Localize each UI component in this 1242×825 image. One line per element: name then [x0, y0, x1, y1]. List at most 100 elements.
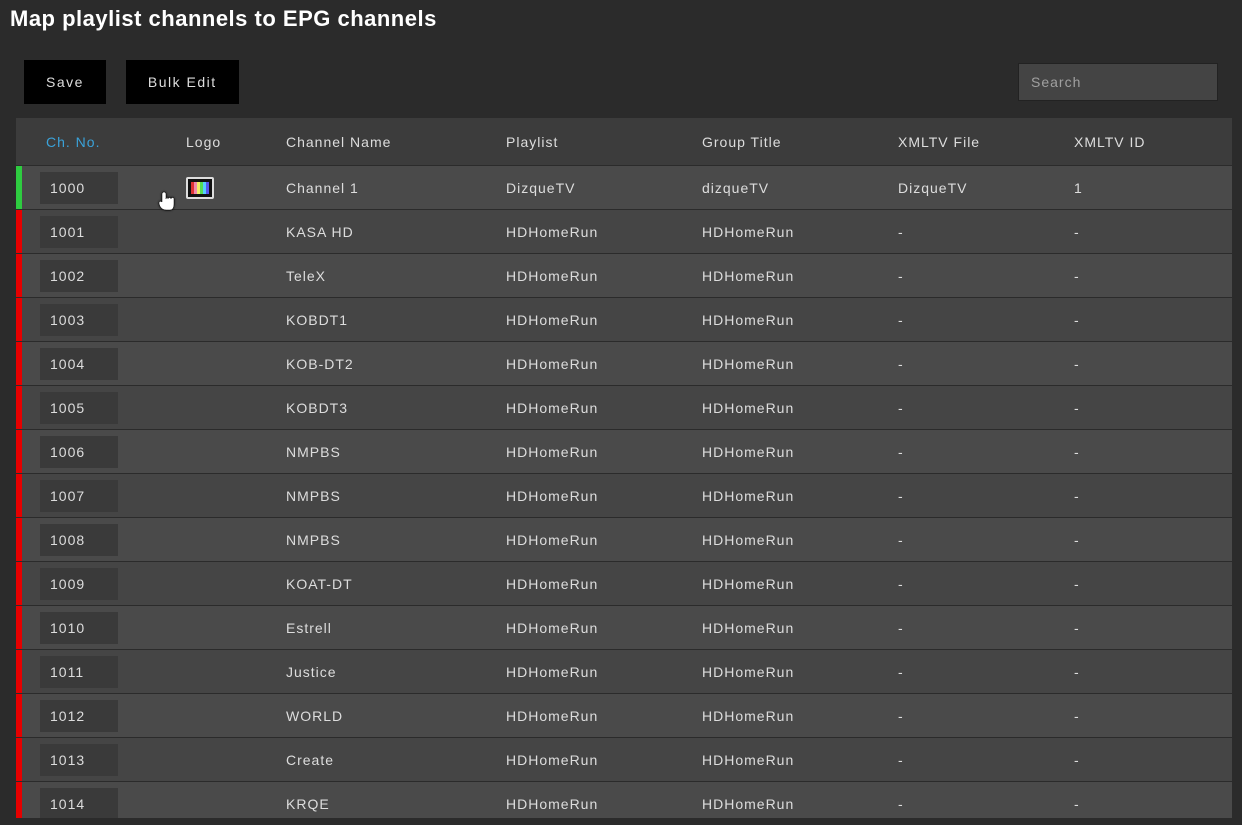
xmltv-id-cell: -: [1070, 576, 1232, 592]
table-row[interactable]: NMPBSHDHomeRunHDHomeRun--: [16, 474, 1232, 518]
xmltv-file-cell: -: [894, 532, 1070, 548]
table-header: Ch. No. Logo Channel Name Playlist Group…: [16, 118, 1232, 166]
xmltv-id-cell: -: [1070, 532, 1232, 548]
save-button[interactable]: Save: [24, 60, 106, 104]
table-row[interactable]: KOBDT1HDHomeRunHDHomeRun--: [16, 298, 1232, 342]
channel-name-cell: NMPBS: [282, 532, 502, 548]
col-channel-name[interactable]: Channel Name: [282, 134, 502, 150]
search-input[interactable]: [1018, 63, 1218, 101]
group-title-cell: HDHomeRun: [698, 796, 894, 812]
playlist-cell: HDHomeRun: [502, 356, 698, 372]
ch-no-input[interactable]: [40, 480, 118, 512]
ch-no-input[interactable]: [40, 392, 118, 424]
table-row[interactable]: NMPBSHDHomeRunHDHomeRun--: [16, 518, 1232, 562]
xmltv-file-cell: -: [894, 664, 1070, 680]
bulk-edit-button[interactable]: Bulk Edit: [126, 60, 239, 104]
xmltv-file-cell: -: [894, 488, 1070, 504]
playlist-cell: HDHomeRun: [502, 268, 698, 284]
table-row[interactable]: TeleXHDHomeRunHDHomeRun--: [16, 254, 1232, 298]
ch-no-input[interactable]: [40, 568, 118, 600]
xmltv-id-cell: -: [1070, 664, 1232, 680]
ch-no-input[interactable]: [40, 744, 118, 776]
table-row[interactable]: KOAT-DTHDHomeRunHDHomeRun--: [16, 562, 1232, 606]
ch-no-input[interactable]: [40, 788, 118, 819]
playlist-cell: HDHomeRun: [502, 796, 698, 812]
channel-name-cell: Justice: [282, 664, 502, 680]
table-row[interactable]: EstrellHDHomeRunHDHomeRun--: [16, 606, 1232, 650]
playlist-cell: HDHomeRun: [502, 708, 698, 724]
group-title-cell: HDHomeRun: [698, 752, 894, 768]
group-title-cell: dizqueTV: [698, 180, 894, 196]
xmltv-id-cell: 1: [1070, 180, 1232, 196]
playlist-cell: DizqueTV: [502, 180, 698, 196]
xmltv-file-cell: -: [894, 708, 1070, 724]
ch-no-input[interactable]: [40, 304, 118, 336]
xmltv-id-cell: -: [1070, 268, 1232, 284]
xmltv-id-cell: -: [1070, 796, 1232, 812]
table-row[interactable]: Channel 1DizqueTVdizqueTVDizqueTV1: [16, 166, 1232, 210]
group-title-cell: HDHomeRun: [698, 576, 894, 592]
channel-name-cell: Channel 1: [282, 180, 502, 196]
ch-no-input[interactable]: [40, 216, 118, 248]
channel-name-cell: KASA HD: [282, 224, 502, 240]
group-title-cell: HDHomeRun: [698, 488, 894, 504]
xmltv-file-cell: -: [894, 400, 1070, 416]
ch-no-input[interactable]: [40, 348, 118, 380]
xmltv-file-cell: -: [894, 312, 1070, 328]
xmltv-file-cell: -: [894, 444, 1070, 460]
table-row[interactable]: KOBDT3HDHomeRunHDHomeRun--: [16, 386, 1232, 430]
xmltv-id-cell: -: [1070, 620, 1232, 636]
xmltv-id-cell: -: [1070, 444, 1232, 460]
table-row[interactable]: WORLDHDHomeRunHDHomeRun--: [16, 694, 1232, 738]
xmltv-id-cell: -: [1070, 488, 1232, 504]
channel-name-cell: WORLD: [282, 708, 502, 724]
group-title-cell: HDHomeRun: [698, 620, 894, 636]
ch-no-input[interactable]: [40, 612, 118, 644]
logo-cell[interactable]: [182, 177, 282, 199]
table-row[interactable]: JusticeHDHomeRunHDHomeRun--: [16, 650, 1232, 694]
ch-no-input[interactable]: [40, 436, 118, 468]
xmltv-id-cell: -: [1070, 356, 1232, 372]
channel-name-cell: NMPBS: [282, 444, 502, 460]
ch-no-input[interactable]: [40, 172, 118, 204]
col-logo[interactable]: Logo: [182, 134, 282, 150]
ch-no-input[interactable]: [40, 656, 118, 688]
group-title-cell: HDHomeRun: [698, 400, 894, 416]
ch-no-input[interactable]: [40, 700, 118, 732]
playlist-cell: HDHomeRun: [502, 664, 698, 680]
xmltv-file-cell: -: [894, 620, 1070, 636]
table-row[interactable]: NMPBSHDHomeRunHDHomeRun--: [16, 430, 1232, 474]
xmltv-id-cell: -: [1070, 708, 1232, 724]
toolbar: Save Bulk Edit: [10, 50, 1232, 118]
table-row[interactable]: KOB-DT2HDHomeRunHDHomeRun--: [16, 342, 1232, 386]
group-title-cell: HDHomeRun: [698, 444, 894, 460]
tv-logo-icon: [186, 177, 214, 199]
group-title-cell: HDHomeRun: [698, 224, 894, 240]
channel-name-cell: Create: [282, 752, 502, 768]
group-title-cell: HDHomeRun: [698, 532, 894, 548]
channel-name-cell: KOBDT3: [282, 400, 502, 416]
col-playlist[interactable]: Playlist: [502, 134, 698, 150]
table-row[interactable]: KRQEHDHomeRunHDHomeRun--: [16, 782, 1232, 818]
channel-name-cell: NMPBS: [282, 488, 502, 504]
xmltv-file-cell: -: [894, 268, 1070, 284]
ch-no-input[interactable]: [40, 524, 118, 556]
channel-name-cell: KOAT-DT: [282, 576, 502, 592]
table-row[interactable]: CreateHDHomeRunHDHomeRun--: [16, 738, 1232, 782]
group-title-cell: HDHomeRun: [698, 268, 894, 284]
xmltv-file-cell: -: [894, 796, 1070, 812]
col-xmltv-id[interactable]: XMLTV ID: [1070, 134, 1232, 150]
table-row[interactable]: KASA HDHDHomeRunHDHomeRun--: [16, 210, 1232, 254]
page-title: Map playlist channels to EPG channels: [10, 0, 1232, 50]
ch-no-input[interactable]: [40, 260, 118, 292]
col-xmltv-file[interactable]: XMLTV File: [894, 134, 1070, 150]
playlist-cell: HDHomeRun: [502, 752, 698, 768]
col-group-title[interactable]: Group Title: [698, 134, 894, 150]
xmltv-file-cell: -: [894, 576, 1070, 592]
col-ch-no[interactable]: Ch. No.: [22, 134, 182, 150]
xmltv-id-cell: -: [1070, 752, 1232, 768]
xmltv-id-cell: -: [1070, 224, 1232, 240]
channel-table[interactable]: Ch. No. Logo Channel Name Playlist Group…: [16, 118, 1232, 818]
xmltv-file-cell: -: [894, 752, 1070, 768]
playlist-cell: HDHomeRun: [502, 444, 698, 460]
